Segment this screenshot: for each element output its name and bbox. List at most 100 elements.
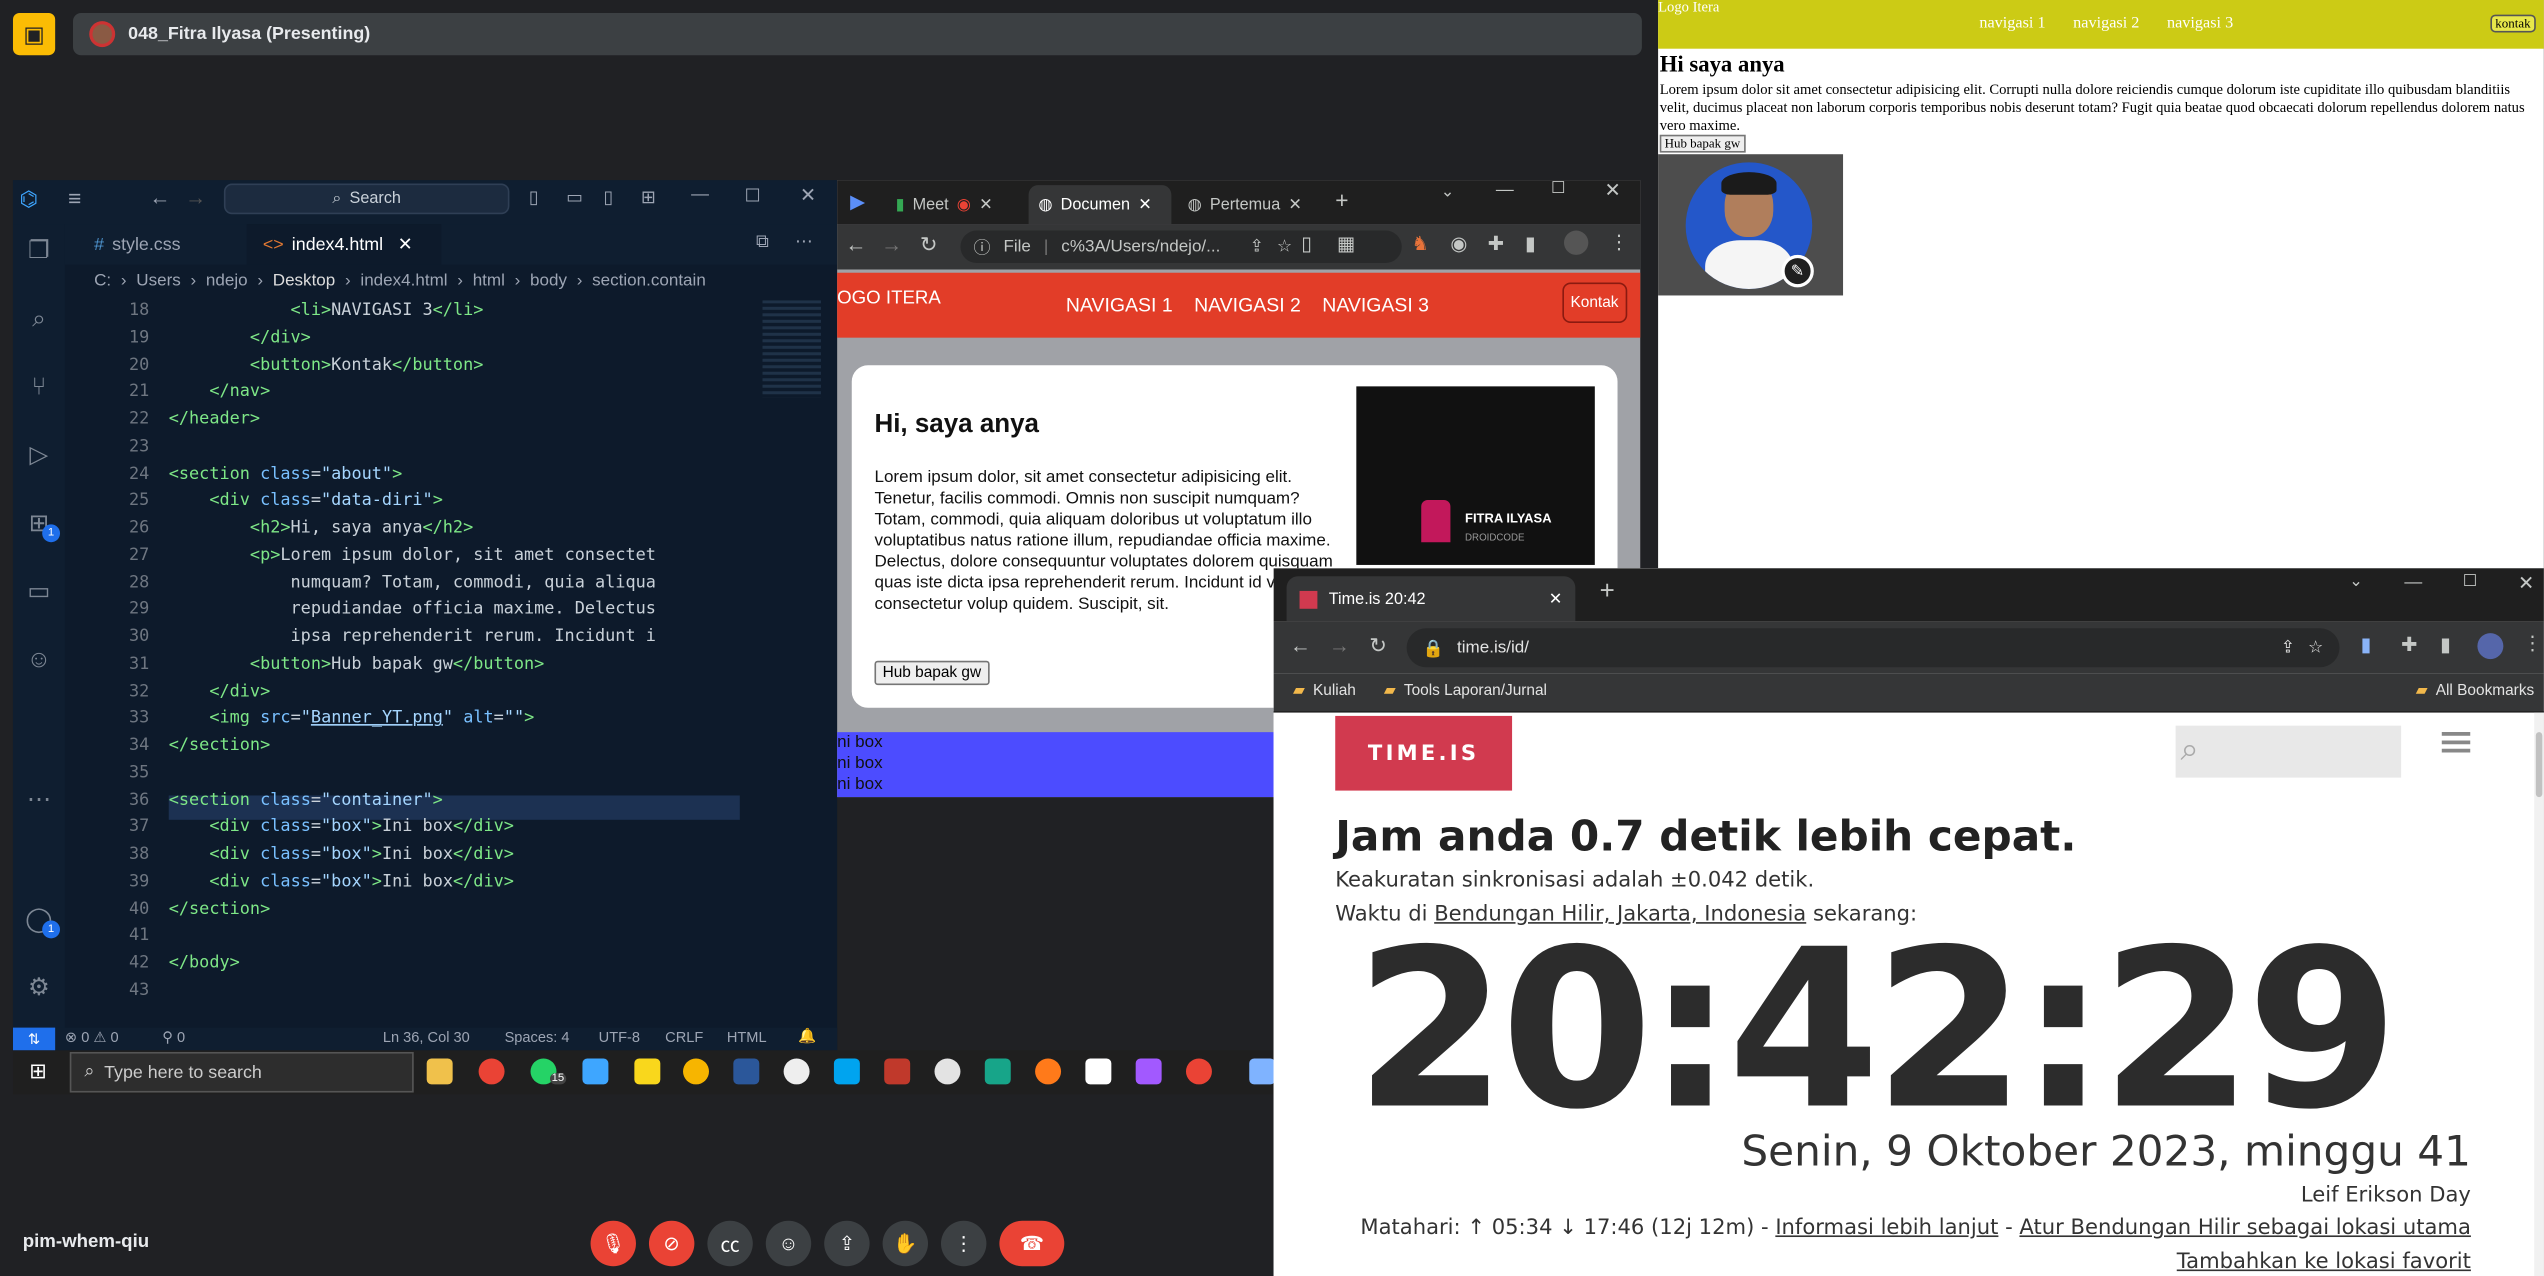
site-kontak-button[interactable]: Kontak bbox=[1562, 282, 1627, 324]
breadcrumb-item[interactable]: html bbox=[473, 271, 505, 290]
more-info-link[interactable]: Informasi lebih lanjut bbox=[1775, 1216, 1998, 1240]
remote-explorer-icon[interactable]: ▭ bbox=[23, 575, 55, 607]
menu-icon[interactable]: ≡ bbox=[68, 185, 81, 211]
code-line[interactable]: numquam? Totam, commodi, quia aliqua bbox=[169, 572, 656, 591]
breadcrumb-item[interactable]: Desktop bbox=[273, 271, 336, 290]
forward-arrow-icon[interactable]: → bbox=[1329, 633, 1350, 657]
close-icon[interactable]: ✕ bbox=[800, 183, 816, 206]
arduino-icon[interactable] bbox=[833, 1058, 860, 1085]
reload-icon[interactable]: ↻ bbox=[1369, 633, 1387, 659]
game-icon[interactable] bbox=[884, 1058, 911, 1085]
reload-icon[interactable]: ↻ bbox=[920, 232, 938, 258]
chrome-icon[interactable] bbox=[478, 1058, 505, 1085]
taskbar-search[interactable]: ⌕ Type here to search bbox=[69, 1051, 414, 1093]
maximize-icon[interactable]: ☐ bbox=[745, 185, 761, 206]
mic-off-icon[interactable]: 🎙 bbox=[590, 1220, 636, 1267]
code-line[interactable]: <p>Lorem ipsum dolor, sit amet consectet bbox=[169, 545, 656, 564]
fox-extension-icon[interactable]: ♞ bbox=[1411, 232, 1428, 255]
file-explorer-icon[interactable] bbox=[426, 1058, 453, 1085]
site-preview-nav-1[interactable]: navigasi 1 bbox=[1979, 15, 2045, 33]
minimap[interactable] bbox=[756, 300, 827, 1024]
layout-icon[interactable]: ⊞ bbox=[641, 187, 656, 207]
line-ending[interactable]: CRLF bbox=[665, 1029, 703, 1045]
tab-meet[interactable]: ▮ Meet ◉ ✕ bbox=[886, 185, 1026, 224]
bookmark-star-icon[interactable]: ☆ bbox=[1277, 237, 1292, 256]
new-tab-icon[interactable]: + bbox=[1335, 187, 1348, 213]
breadcrumb-item[interactable]: index4.html bbox=[360, 271, 447, 290]
encoding[interactable]: UTF-8 bbox=[599, 1029, 640, 1045]
new-tab-icon[interactable]: + bbox=[1600, 578, 1615, 607]
tab-timeis[interactable]: Time.is 20:42 ✕ bbox=[1286, 576, 1576, 622]
site-nav-2[interactable]: NAVIGASI 2 bbox=[1194, 294, 1301, 317]
code-line[interactable]: <div class="box">Ini box</div> bbox=[169, 817, 514, 836]
run-debug-icon[interactable]: ▷ bbox=[23, 438, 55, 470]
chrome-icon-2[interactable] bbox=[1185, 1058, 1212, 1085]
tab-index4-html[interactable]: <> index4.html ✕ bbox=[246, 224, 442, 265]
code-line[interactable]: <h2>Hi, saya anya</h2> bbox=[169, 518, 473, 537]
back-arrow-icon[interactable]: ← bbox=[149, 185, 170, 209]
code-line[interactable]: <div class="data-diri"> bbox=[169, 491, 443, 510]
camera-off-icon[interactable]: ⊘ bbox=[648, 1220, 695, 1267]
cursor-position[interactable]: Ln 36, Col 30 bbox=[383, 1029, 470, 1045]
code-line[interactable]: </nav> bbox=[169, 382, 270, 401]
close-tab-icon[interactable]: ✕ bbox=[979, 196, 993, 214]
tab-pertemuan[interactable]: ◍ Pertemua ✕ bbox=[1178, 185, 1324, 224]
set-location-link[interactable]: Atur Bendungan Hilir sebagai lokasi utam… bbox=[2019, 1216, 2470, 1240]
tab-list-icon[interactable]: ⌄ bbox=[1441, 183, 1455, 201]
tab-document[interactable]: ◍ Documen ✕ bbox=[1028, 185, 1172, 225]
share-icon[interactable]: ⇪ bbox=[2281, 638, 2295, 657]
puzzle-icon[interactable]: ✚ bbox=[2401, 633, 2417, 656]
close-tab-icon[interactable]: ✕ bbox=[398, 234, 413, 254]
breadcrumb-item[interactable]: Users bbox=[136, 271, 180, 290]
search-icon[interactable]: ⌕ bbox=[23, 302, 55, 334]
code-line[interactable]: </body> bbox=[169, 953, 240, 972]
more-icon[interactable]: ⋮ bbox=[1609, 231, 1628, 254]
code-line[interactable]: </header> bbox=[169, 409, 260, 428]
minimize-icon[interactable]: — bbox=[691, 185, 709, 204]
sticky-notes-icon[interactable] bbox=[634, 1058, 661, 1085]
profile-avatar[interactable] bbox=[2477, 633, 2504, 660]
code-line[interactable]: </div> bbox=[169, 681, 270, 700]
code-line[interactable]: <section class="container"> bbox=[169, 790, 443, 809]
github-icon[interactable] bbox=[783, 1058, 810, 1085]
maximize-icon[interactable]: ☐ bbox=[2463, 573, 2478, 591]
remote-icon[interactable]: ⇅ bbox=[12, 1027, 56, 1051]
code-line[interactable]: repudiandae officia maxime. Delectus bbox=[169, 599, 656, 618]
sidebar-icon[interactable]: ▮ bbox=[2440, 633, 2451, 656]
emoji-icon[interactable]: ☺ bbox=[765, 1220, 812, 1267]
ports-status[interactable]: ⚲ 0 bbox=[162, 1029, 185, 1047]
tab-style-css[interactable]: # style.css bbox=[78, 224, 240, 265]
tab-search-icon[interactable]: ▶ bbox=[850, 190, 865, 213]
forward-arrow-icon[interactable]: → bbox=[185, 185, 206, 209]
close-tab-icon[interactable]: ✕ bbox=[1549, 590, 1563, 608]
site-preview-hub-button[interactable]: Hub bapak gw bbox=[1659, 134, 1746, 153]
back-arrow-icon[interactable]: ← bbox=[1290, 633, 1311, 657]
windows-start-icon[interactable]: ⊞ bbox=[29, 1058, 47, 1084]
close-tab-icon[interactable]: ✕ bbox=[1138, 196, 1152, 214]
more-icon[interactable]: ⋮ bbox=[2523, 632, 2542, 655]
site-nav-3[interactable]: NAVIGASI 3 bbox=[1322, 294, 1429, 317]
code-line[interactable]: <section class="about"> bbox=[169, 463, 402, 482]
close-icon[interactable]: ✕ bbox=[1605, 179, 1621, 202]
site-preview-nav-2[interactable]: navigasi 2 bbox=[2073, 15, 2139, 33]
address-bar[interactable]: 🔒 time.is/id/ ⇪ ☆ bbox=[1406, 628, 2340, 668]
device-icon[interactable]: ▯ bbox=[1301, 232, 1312, 255]
notifications-icon[interactable]: 🔔 bbox=[798, 1028, 816, 1046]
code-line[interactable]: <div class="box">Ini box</div> bbox=[169, 871, 514, 890]
all-bookmarks[interactable]: ▰ All Bookmarks bbox=[2416, 682, 2534, 700]
weather-icon[interactable] bbox=[1249, 1058, 1276, 1085]
toggle-panel-icon[interactable]: ▭ bbox=[566, 187, 583, 207]
figma-icon[interactable] bbox=[1135, 1058, 1162, 1085]
bookmark-star-icon[interactable]: ☆ bbox=[2308, 638, 2323, 657]
code-line[interactable]: <button>Kontak</button> bbox=[169, 355, 483, 374]
copilot-icon[interactable]: ☺ bbox=[23, 643, 55, 675]
code-line[interactable]: </div> bbox=[169, 328, 311, 347]
code-line[interactable]: <li>NAVIGASI 3</li> bbox=[169, 300, 484, 319]
sidebar-icon[interactable]: ▮ bbox=[1525, 232, 1536, 255]
maximize-icon[interactable]: ☐ bbox=[1551, 180, 1566, 198]
command-search[interactable]: ⌕ Search bbox=[223, 183, 510, 215]
close-icon[interactable]: ✕ bbox=[2518, 571, 2534, 594]
forward-arrow-icon[interactable]: → bbox=[881, 232, 902, 256]
bookmark-tools[interactable]: ▰ Tools Laporan/Jurnal bbox=[1384, 682, 1547, 700]
tab-list-icon[interactable]: ⌄ bbox=[2349, 573, 2363, 591]
